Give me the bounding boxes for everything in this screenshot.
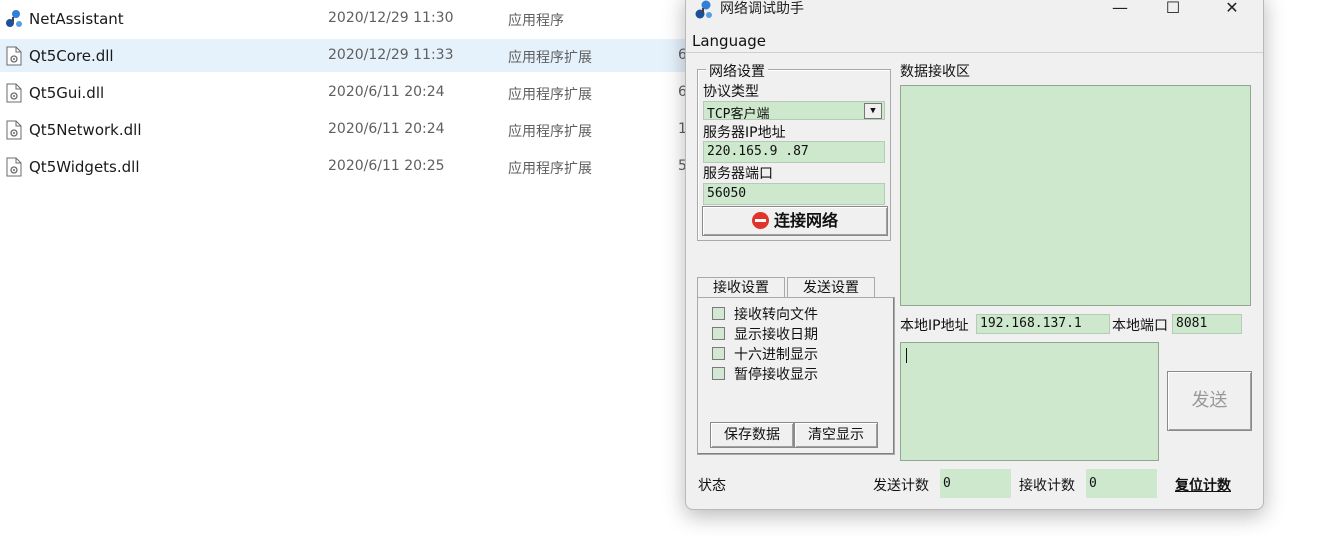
protocol-value: TCP客户端 — [707, 107, 770, 120]
send-count-label: 发送计数 — [873, 478, 929, 494]
receive-settings-panel: 接收转向文件 显示接收日期 十六进制显示 暂停接收显示 保存数据 清空显示 — [697, 297, 895, 455]
server-ip-input[interactable]: 220.165.9 .87 — [703, 141, 885, 163]
file-type: 应用程序扩展 — [508, 161, 592, 177]
send-button[interactable]: 发送 — [1167, 371, 1252, 431]
option-label: 接收转向文件 — [734, 307, 818, 323]
file-row[interactable]: Qt5Network.dll 2020/6/11 20:24 应用程序扩展 1 — [0, 113, 690, 146]
recv-count-field: 0 — [1086, 469, 1157, 498]
option-label: 十六进制显示 — [734, 347, 818, 363]
checkbox[interactable] — [712, 307, 725, 320]
minimize-button[interactable]: — — [1097, 0, 1143, 23]
title-bar[interactable]: 网络调试助手 — ☐ ✕ — [686, 0, 1263, 25]
chevron-down-icon[interactable]: ▼ — [864, 103, 882, 119]
reset-count-button[interactable]: 复位计数 — [1175, 475, 1231, 495]
file-date: 2020/6/11 20:24 — [328, 121, 445, 137]
local-port-label: 本地端口 — [1112, 318, 1168, 334]
file-row[interactable]: Qt5Core.dll 2020/12/29 11:33 应用程序扩展 6 — [0, 39, 690, 72]
file-name: Qt5Network.dll — [29, 121, 142, 139]
option-label: 暂停接收显示 — [734, 367, 818, 383]
menu-bar: Language — [686, 30, 1263, 53]
file-name: Qt5Core.dll — [29, 47, 114, 65]
network-settings-title: 网络设置 — [706, 61, 768, 81]
dll-file-icon — [6, 83, 22, 103]
file-row[interactable]: Qt5Widgets.dll 2020/6/11 20:25 应用程序扩展 5 — [0, 150, 690, 183]
clear-display-button[interactable]: 清空显示 — [794, 422, 878, 448]
checkbox[interactable] — [712, 327, 725, 340]
local-port-field: 8081 — [1172, 314, 1242, 334]
local-port-value: 8081 — [1176, 316, 1208, 331]
send-count-field: 0 — [940, 469, 1011, 498]
tab-send-label: 发送设置 — [803, 280, 859, 296]
file-date: 2020/12/29 11:30 — [328, 10, 454, 26]
local-ip-label: 本地IP地址 — [900, 318, 969, 334]
local-ip-value: 192.168.137.1 — [980, 316, 1082, 331]
file-name: NetAssistant — [29, 10, 124, 28]
net-assistant-window: 网络调试助手 — ☐ ✕ Language 网络设置 协议类型 TCP客户端 ▼… — [685, 0, 1264, 510]
clear-display-label: 清空显示 — [808, 427, 864, 443]
app-icon — [6, 10, 22, 27]
server-port-value: 56050 — [707, 186, 747, 201]
file-type: 应用程序 — [508, 13, 564, 29]
status-label: 状态 — [698, 478, 726, 494]
option-label: 显示接收日期 — [734, 327, 818, 343]
text-caret — [906, 348, 907, 363]
dll-file-icon — [6, 157, 22, 177]
close-button[interactable]: ✕ — [1209, 0, 1255, 23]
server-ip-label: 服务器IP地址 — [703, 125, 786, 141]
server-ip-value: 220.165.9 .87 — [707, 144, 809, 159]
file-row[interactable]: Qt5Gui.dll 2020/6/11 20:24 应用程序扩展 6 — [0, 76, 690, 109]
recv-count-label: 接收计数 — [1019, 478, 1075, 494]
protocol-select[interactable]: TCP客户端 ▼ — [703, 101, 885, 120]
connect-button[interactable]: 连接网络 — [702, 206, 888, 236]
file-row[interactable]: NetAssistant 2020/12/29 11:30 应用程序 — [0, 2, 690, 35]
app-icon — [695, 0, 712, 19]
file-type: 应用程序扩展 — [508, 87, 592, 103]
tab-receive-label: 接收设置 — [713, 280, 769, 296]
file-date: 2020/12/29 11:33 — [328, 47, 454, 63]
server-port-label: 服务器端口 — [703, 166, 773, 182]
file-type: 应用程序扩展 — [508, 50, 592, 66]
send-textarea[interactable] — [900, 342, 1159, 461]
file-date: 2020/6/11 20:24 — [328, 84, 445, 100]
recv-count-value: 0 — [1089, 476, 1097, 491]
dll-file-icon — [6, 120, 22, 140]
protocol-label: 协议类型 — [703, 84, 759, 100]
file-name: Qt5Widgets.dll — [29, 158, 140, 176]
menu-language[interactable]: Language — [692, 32, 766, 50]
dll-file-icon — [6, 46, 22, 66]
send-count-value: 0 — [943, 476, 951, 491]
receive-area-title: 数据接收区 — [900, 64, 970, 80]
checkbox[interactable] — [712, 367, 725, 380]
send-label: 发送 — [1191, 390, 1228, 411]
maximize-button[interactable]: ☐ — [1150, 0, 1196, 23]
save-data-label: 保存数据 — [724, 427, 780, 443]
receive-textarea[interactable] — [900, 85, 1251, 306]
window-title: 网络调试助手 — [720, 1, 804, 17]
save-data-button[interactable]: 保存数据 — [710, 422, 794, 448]
stop-icon — [751, 212, 769, 229]
file-date: 2020/6/11 20:25 — [328, 158, 445, 174]
file-name: Qt5Gui.dll — [29, 84, 105, 102]
checkbox[interactable] — [712, 347, 725, 360]
local-ip-field: 192.168.137.1 — [976, 314, 1110, 334]
server-port-input[interactable]: 56050 — [703, 183, 885, 205]
connect-label: 连接网络 — [773, 211, 838, 230]
file-type: 应用程序扩展 — [508, 124, 592, 140]
